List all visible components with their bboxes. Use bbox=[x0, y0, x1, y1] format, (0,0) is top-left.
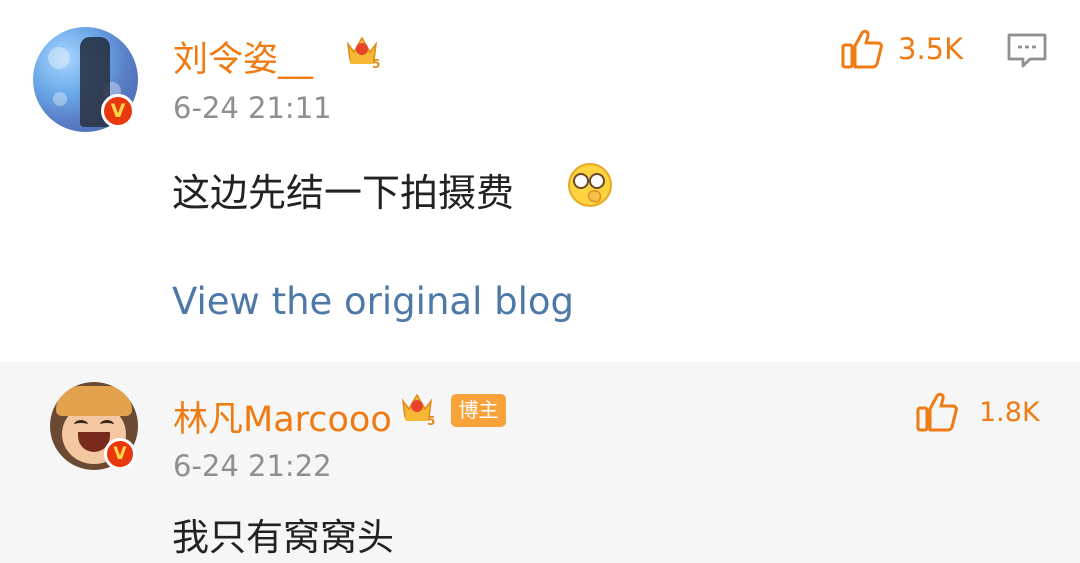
blogger-host-tag: 博主 bbox=[451, 394, 506, 427]
reply-text: 我只有窝窝头 bbox=[172, 516, 394, 559]
facepalm-emoji-icon bbox=[568, 163, 612, 207]
verified-badge-icon: V bbox=[104, 438, 136, 470]
svg-text:5: 5 bbox=[372, 57, 380, 70]
replier-username[interactable]: 林凡Marcooo bbox=[173, 391, 392, 442]
reply-timestamp: 6-24 21:22 bbox=[173, 449, 332, 483]
verified-badge-icon: V bbox=[101, 94, 135, 128]
view-original-blog-link[interactable]: View the original blog bbox=[172, 280, 574, 323]
crown-vip-icon: 5 bbox=[346, 36, 380, 70]
thumbs-up-icon bbox=[916, 392, 958, 432]
like-button[interactable]: 1.8K bbox=[915, 390, 1040, 434]
comment-bubble-icon[interactable] bbox=[1006, 32, 1048, 70]
thumbs-up-icon bbox=[841, 29, 883, 69]
crown-vip-icon: 5 bbox=[401, 393, 435, 427]
commenter-username[interactable]: 刘令姿__ bbox=[173, 31, 313, 82]
svg-text:5: 5 bbox=[427, 414, 435, 427]
comment-timestamp: 6-24 21:11 bbox=[173, 91, 332, 125]
like-count: 1.8K bbox=[979, 396, 1040, 428]
comment-text: 这边先结一下拍摄费 bbox=[172, 171, 515, 215]
like-count: 3.5K bbox=[898, 32, 964, 66]
like-button[interactable]: 3.5K bbox=[840, 27, 963, 71]
